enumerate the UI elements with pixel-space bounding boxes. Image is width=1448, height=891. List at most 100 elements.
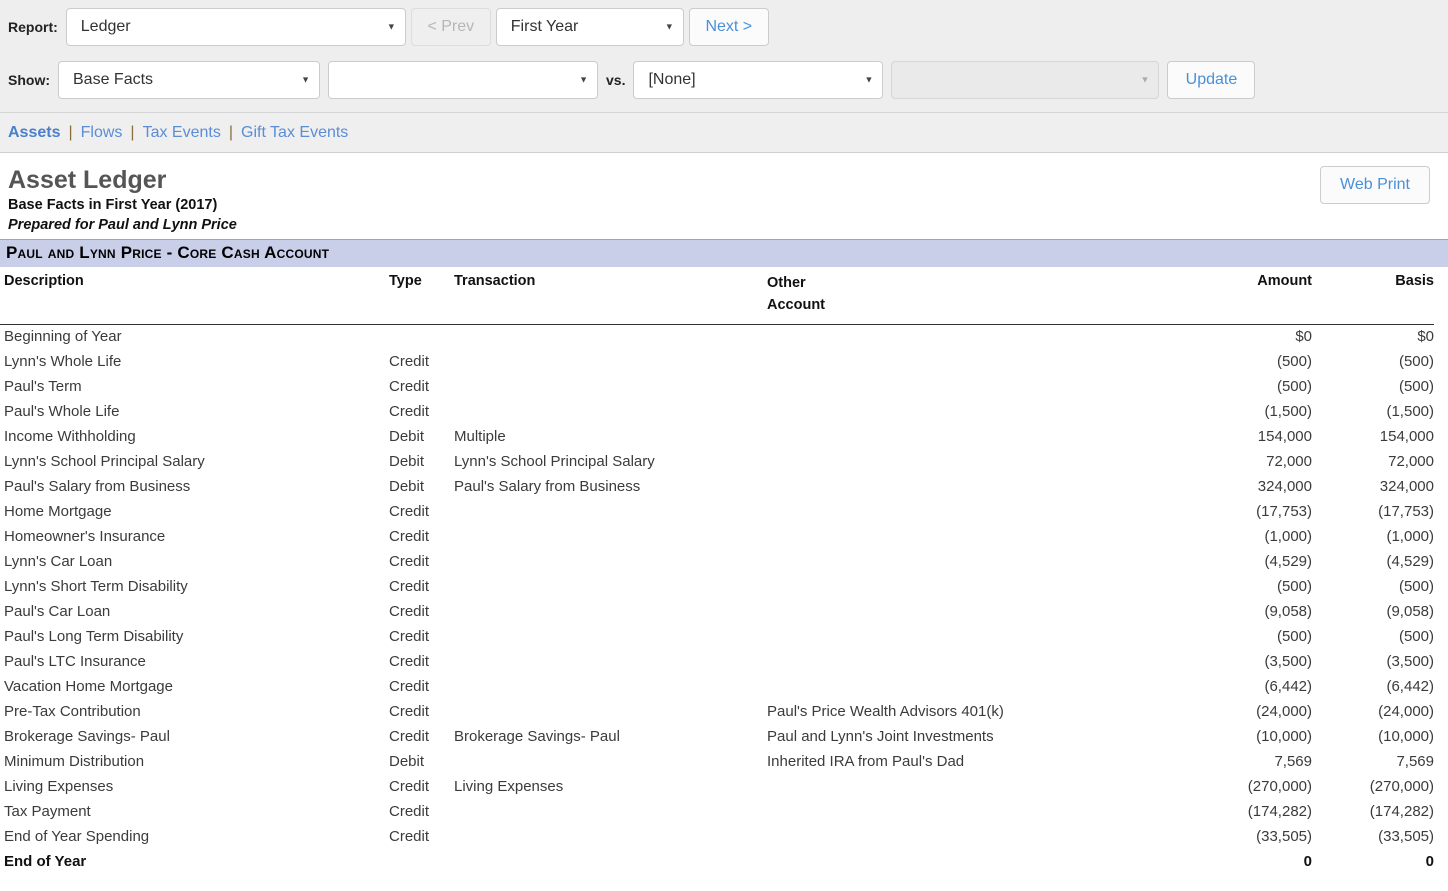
cell-description: Lynn's School Principal Salary [4, 453, 205, 471]
cell-amount: (500) [1276, 628, 1312, 646]
cell-other-account: Paul's Price Wealth Advisors 401(k) [767, 703, 1004, 721]
cell-description: End of Year [4, 853, 87, 871]
cell-basis: (4,529) [1386, 553, 1434, 571]
table-row: Paul's LTC Insurance Credit (3,500) (3,500) [0, 650, 1434, 675]
cell-basis: (1,000) [1386, 528, 1434, 546]
cell-description: Beginning of Year [4, 328, 122, 346]
cell-transaction [454, 700, 761, 725]
cell-basis: (270,000) [1369, 778, 1434, 796]
cell-type: Credit [389, 703, 430, 721]
cell-description: Paul's Car Loan [4, 603, 111, 621]
cell-description: Pre-Tax Contribution [4, 703, 141, 721]
cell-description: Brokerage Savings- Paul [4, 728, 170, 746]
cell-basis: (10,000) [1378, 728, 1434, 746]
cell-description: Lynn's Car Loan [4, 553, 113, 571]
cell-other-account [761, 525, 1147, 550]
cell-type: Credit [389, 828, 430, 846]
table-row: Lynn's Short Term Disability Credit (500) (… [0, 575, 1434, 600]
table-row: End of Year Spending Credit (33,505) (33,50… [0, 825, 1434, 850]
cell-type: Debit [389, 428, 425, 446]
prev-button[interactable]: < Prev [410, 7, 491, 46]
cell-amount: (24,000) [1256, 703, 1312, 721]
nav-item-flows[interactable]: Flows [81, 124, 123, 142]
cell-transaction [454, 400, 761, 425]
table-row: Pre-Tax Contribution Credit Paul's Price W… [0, 700, 1434, 725]
cell-description: Tax Payment [4, 803, 91, 821]
web-print-button[interactable]: Web Print [1320, 166, 1430, 204]
toolbar-row-show: Show: Base Facts ▼ ▼ vs. [None] ▼ ▼ Upda… [0, 53, 1448, 106]
cell-type: Credit [389, 578, 430, 596]
cell-basis: 324,000 [1379, 478, 1434, 496]
table-row: Lynn's Whole Life Credit (500) (500) [0, 350, 1434, 375]
cell-amount: 324,000 [1257, 478, 1312, 496]
cell-basis: (1,500) [1386, 403, 1434, 421]
cell-type: Credit [389, 528, 430, 546]
compare-select[interactable]: [None] ▼ [633, 60, 884, 99]
cell-other-account [761, 350, 1147, 375]
cell-other-account [761, 675, 1147, 700]
year-select-value: First Year [510, 17, 579, 35]
table-row: Paul's Long Term Disability Credit (500) (5… [0, 625, 1434, 650]
cell-other-account [761, 775, 1147, 800]
cell-description: Vacation Home Mortgage [4, 678, 173, 696]
nav-separator: | [130, 123, 135, 141]
next-button[interactable]: Next > [688, 7, 769, 46]
cell-basis: 154,000 [1379, 428, 1434, 446]
nav-item-assets[interactable]: Assets [8, 124, 60, 142]
report-select[interactable]: Ledger ▼ [65, 7, 406, 46]
cell-basis: (24,000) [1378, 703, 1434, 721]
cell-other-account [761, 575, 1147, 600]
cell-basis: (500) [1398, 378, 1434, 396]
cell-basis: $0 [1417, 328, 1434, 346]
cell-transaction: Living Expenses [454, 778, 564, 796]
nav-item-tax-events[interactable]: Tax Events [143, 124, 221, 142]
cell-other-account [761, 800, 1147, 825]
compare-secondary-select[interactable]: ▼ [891, 60, 1160, 99]
cell-amount: (500) [1276, 378, 1312, 396]
update-button[interactable]: Update [1167, 60, 1256, 99]
year-select[interactable]: First Year ▼ [495, 7, 684, 46]
cell-transaction [454, 324, 761, 350]
cell-basis: (33,505) [1378, 828, 1434, 846]
cell-type: Credit [389, 403, 430, 421]
cell-description: Paul's Whole Life [4, 403, 120, 421]
chevron-down-icon: ▼ [301, 74, 310, 84]
cell-amount: (500) [1276, 353, 1312, 371]
table-body: Beginning of Year $0 $0 Lynn's Whole Life Cr… [0, 324, 1434, 875]
cell-basis: 72,000 [1388, 453, 1434, 471]
table-row: Living Expenses Credit Living Expenses (270… [0, 775, 1434, 800]
cell-type: Debit [389, 478, 425, 496]
asset-ledger-table: Description Type Transaction Other Accou… [0, 267, 1434, 875]
cell-other-account [761, 324, 1147, 350]
cell-amount: $0 [1295, 328, 1312, 346]
column-header-transaction: Transaction [454, 267, 761, 325]
cell-type: Credit [389, 378, 430, 396]
nav-item-gift-tax-events[interactable]: Gift Tax Events [241, 124, 348, 142]
cell-other-account [761, 500, 1147, 525]
show-select[interactable]: Base Facts ▼ [58, 60, 320, 99]
cell-other-account [761, 450, 1147, 475]
column-header-other-account: Other Account [761, 267, 1147, 325]
cell-type: Credit [389, 778, 430, 796]
chevron-down-icon: ▼ [579, 74, 588, 84]
report-header: Asset Ledger Base Facts in First Year (2… [0, 153, 1448, 235]
cell-amount: (3,500) [1264, 653, 1312, 671]
chevron-down-icon: ▼ [664, 21, 674, 31]
report-prepared-for: Prepared for Paul and Lynn Price [8, 216, 237, 233]
table-row: Home Mortgage Credit (17,753) (17,753) [0, 500, 1434, 525]
cell-type: Debit [389, 453, 425, 471]
cell-amount: 72,000 [1266, 453, 1312, 471]
cell-other-account [761, 650, 1147, 675]
show-secondary-select[interactable]: ▼ [328, 60, 598, 99]
update-button-label: Update [1185, 70, 1238, 88]
section-nav: Assets | Flows | Tax Events | Gift Tax E… [0, 113, 1448, 153]
cell-description: Paul's Long Term Disability [4, 628, 184, 646]
prev-button-label: < Prev [427, 17, 475, 35]
cell-basis: 7,569 [1396, 753, 1434, 771]
vs-label: vs. [606, 71, 626, 88]
cell-basis: (500) [1398, 353, 1434, 371]
chevron-down-icon: ▼ [1140, 74, 1150, 84]
cell-transaction [454, 375, 761, 400]
cell-other-account [761, 425, 1147, 450]
table-row: Brokerage Savings- Paul Credit Brokerage S… [0, 725, 1434, 750]
